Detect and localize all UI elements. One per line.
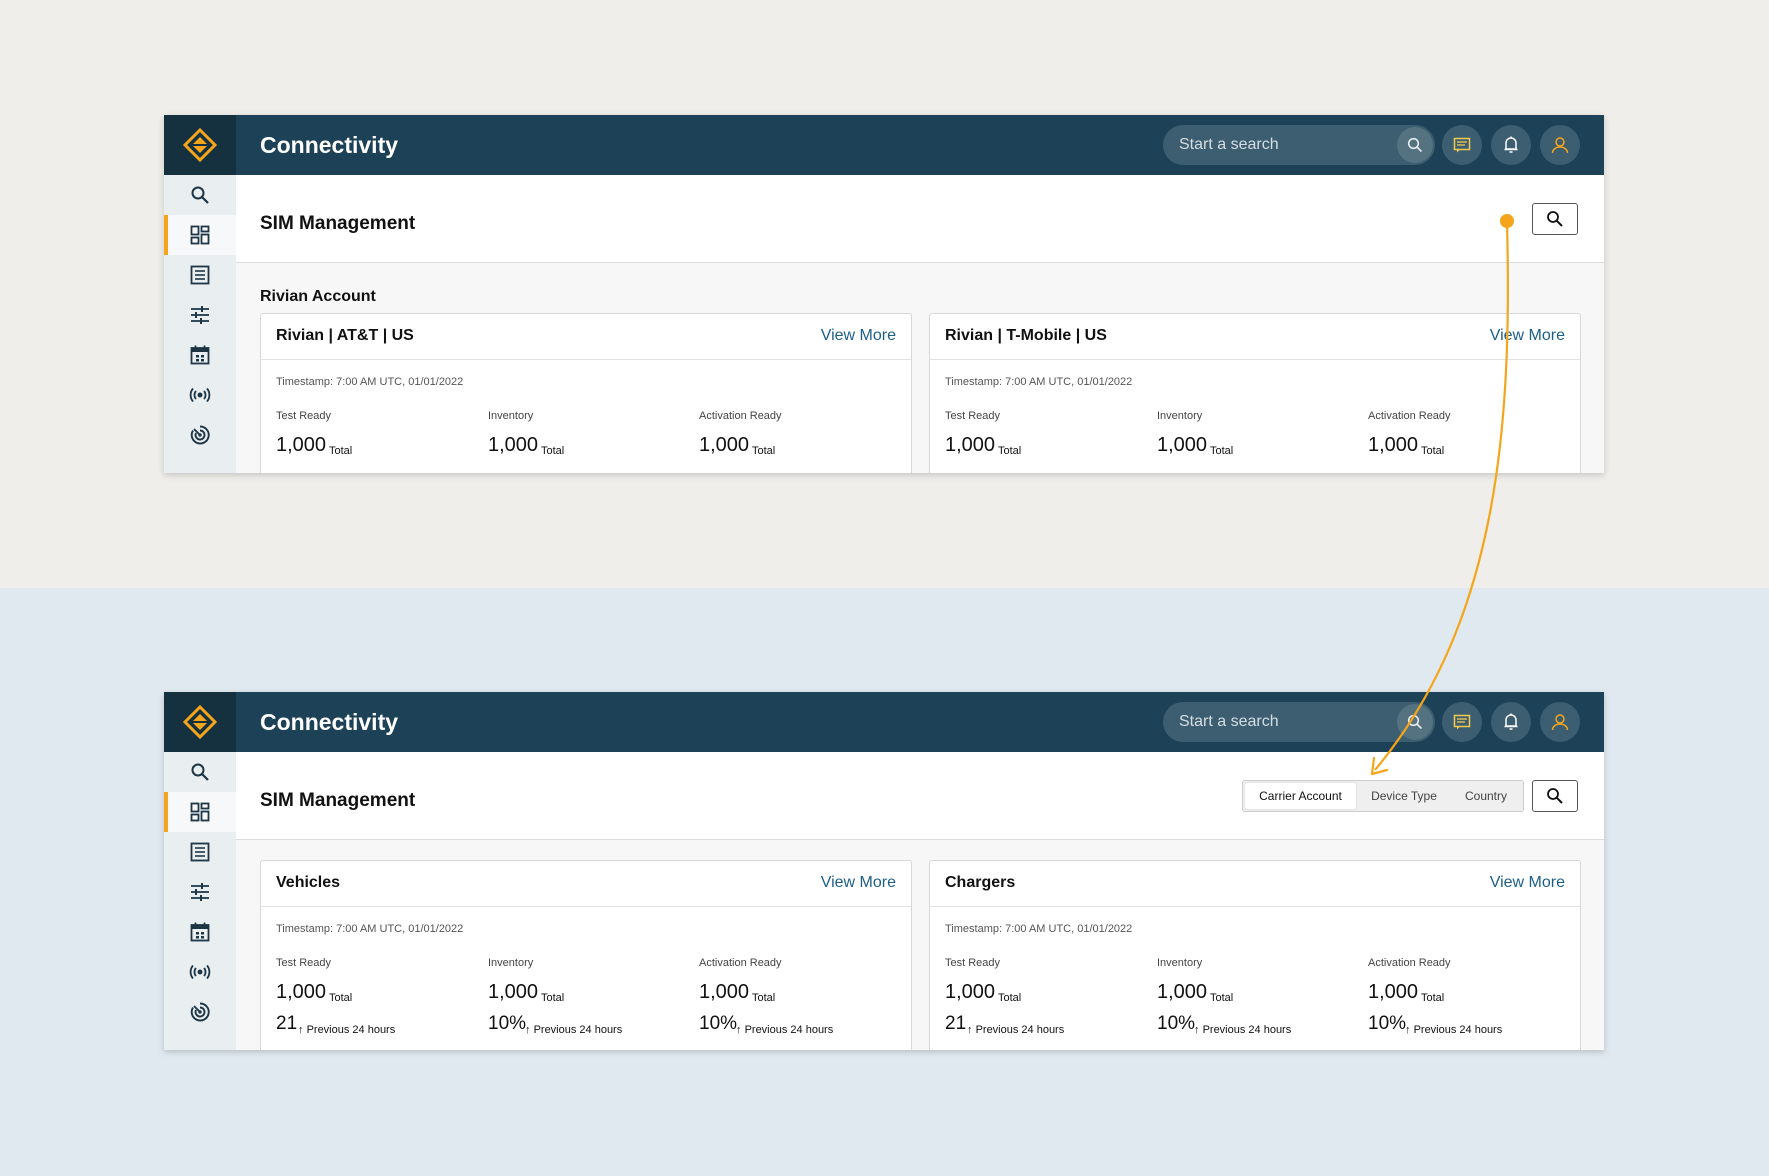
annotation-arrow xyxy=(1370,214,1514,776)
arrow-curve xyxy=(1374,220,1509,771)
